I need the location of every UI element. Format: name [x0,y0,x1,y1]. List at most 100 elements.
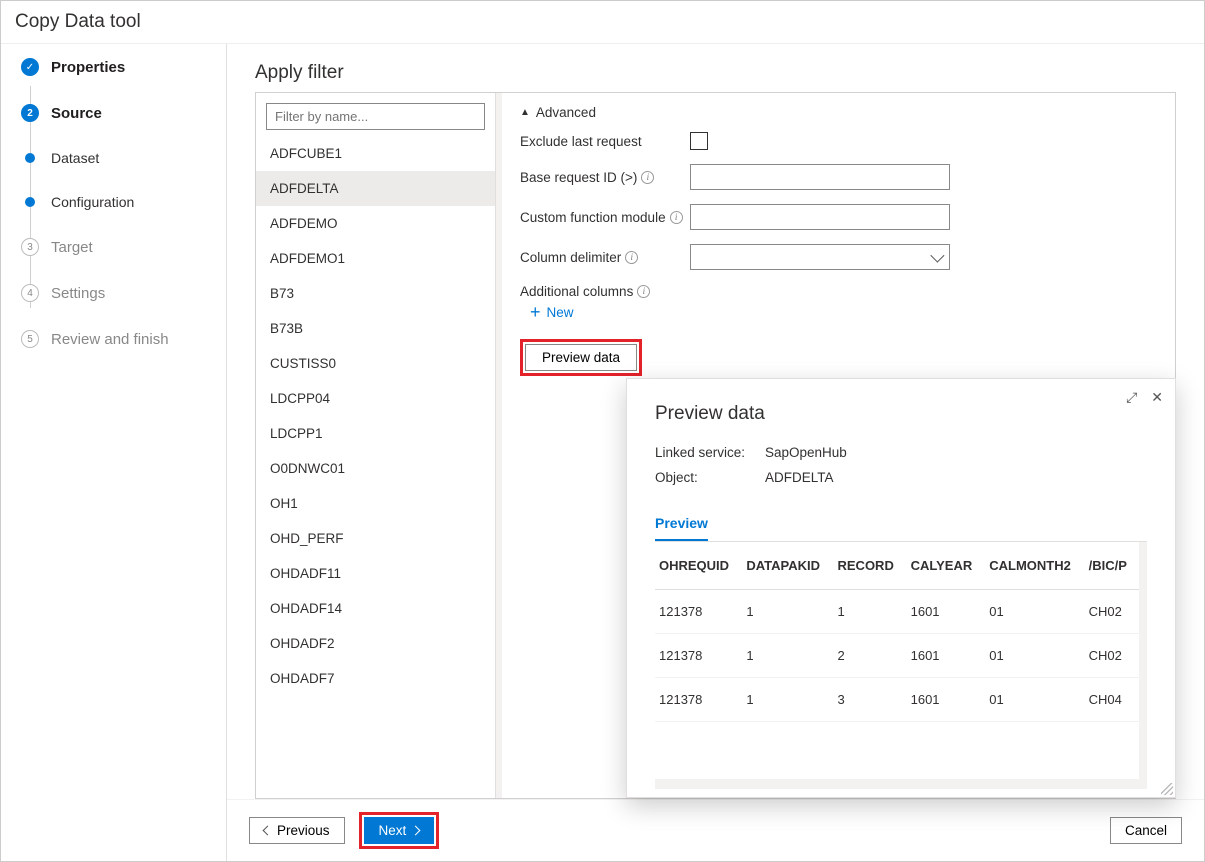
list-item[interactable]: O0DNWC01 [256,451,495,486]
expand-icon[interactable]: ⤢ [1126,389,1137,406]
list-item[interactable]: CUSTISS0 [256,346,495,381]
popup-title: Preview data [655,403,1147,425]
close-icon[interactable]: ✕ [1151,389,1163,406]
step-label: Configuration [51,194,134,210]
linked-service-value: SapOpenHub [765,445,847,460]
advanced-label: Advanced [536,105,596,120]
exclude-last-request-label: Exclude last request [520,134,690,149]
dot-icon [25,197,35,207]
grid-cell: CH02 [1085,590,1139,634]
chevron-right-icon [411,826,421,836]
cancel-button[interactable]: Cancel [1110,817,1182,844]
step-label: Properties [51,59,125,76]
row-exclude-last-request: Exclude last request [520,132,1157,150]
list-item[interactable]: ADFDEMO1 [256,241,495,276]
table-row: 12137812160101CH02 [655,634,1139,678]
grid-cell: 121378 [655,634,742,678]
grid-header-row: OHREQUIDDATAPAKIDRECORDCALYEARCALMONTH2/… [655,542,1139,590]
list-item[interactable]: LDCPP04 [256,381,495,416]
previous-button[interactable]: Previous [249,817,345,844]
list-item[interactable]: OHDADF2 [256,626,495,661]
column-delimiter-select[interactable] [690,244,950,270]
step-source[interactable]: 2 Source [21,104,226,122]
list-item[interactable]: OHDADF14 [256,591,495,626]
list-item[interactable]: LDCPP1 [256,416,495,451]
list-item[interactable]: OHDADF11 [256,556,495,591]
grid-cell: 1 [742,634,833,678]
grid-cell: 121378 [655,590,742,634]
grid-column-header[interactable]: CALYEAR [907,542,986,590]
grid-column-header[interactable]: OHREQUID [655,542,742,590]
resize-handle-icon[interactable] [1159,781,1173,795]
next-button[interactable]: Next [364,817,435,844]
base-request-id-label: Base request ID (>) i [520,170,690,185]
preview-grid-wrap[interactable]: OHREQUIDDATAPAKIDRECORDCALYEARCALMONTH2/… [655,542,1147,779]
plus-icon: + [530,303,541,321]
grid-column-header[interactable]: RECORD [834,542,907,590]
grid-column-header[interactable]: CALMONTH2 [985,542,1084,590]
additional-columns-section: Additional columns i + New [520,284,1157,321]
grid-cell: CH04 [1085,678,1139,722]
step-properties[interactable]: ✓ Properties [21,58,226,76]
horizontal-scrollbar[interactable] [655,779,1147,789]
list-item[interactable]: OHD_PERF [256,521,495,556]
list-item[interactable]: ADFDEMO [256,206,495,241]
previous-label: Previous [277,823,330,838]
list-item[interactable]: ADFCUBE1 [256,136,495,171]
grid-column-header[interactable]: /BIC/P [1085,542,1139,590]
step-number-icon: 4 [21,284,39,302]
advanced-section-header[interactable]: ▲ Advanced [520,105,1157,120]
custom-function-module-input[interactable] [690,204,950,230]
page-title: Apply filter [227,44,1204,92]
additional-columns-label: Additional columns i [520,284,1157,299]
list-item[interactable]: ADFDELTA [256,171,495,206]
grid-cell: 01 [985,678,1084,722]
grid-column-header[interactable]: DATAPAKID [742,542,833,590]
app-window: Copy Data tool ✓ Properties 2 Source Dat… [0,0,1205,862]
step-label: Target [51,239,93,256]
step-target[interactable]: 3 Target [21,238,226,256]
info-icon[interactable]: i [641,171,654,184]
row-column-delimiter: Column delimiter i [520,244,1157,270]
step-label: Source [51,105,102,122]
grid-cell: 1 [834,590,907,634]
info-icon[interactable]: i [670,211,683,224]
grid-cell: 1 [742,678,833,722]
object-list[interactable]: ADFCUBE1ADFDELTAADFDEMOADFDEMO1B73B73BCU… [256,136,495,798]
info-icon[interactable]: i [625,251,638,264]
base-request-id-input[interactable] [690,164,950,190]
list-item[interactable]: OHDADF7 [256,661,495,696]
step-number-icon: 2 [21,104,39,122]
grid-cell: 01 [985,634,1084,678]
step-settings[interactable]: 4 Settings [21,284,226,302]
grid-cell: 2 [834,634,907,678]
grid-cell: 1601 [907,634,986,678]
info-icon[interactable]: i [637,285,650,298]
substep-configuration[interactable]: Configuration [21,194,226,210]
step-number-icon: 3 [21,238,39,256]
new-column-button[interactable]: + New [530,303,1157,321]
substep-dataset[interactable]: Dataset [21,150,226,166]
list-item[interactable]: B73B [256,311,495,346]
preview-data-highlight: Preview data [520,339,642,376]
filter-input[interactable] [266,103,485,130]
exclude-last-request-checkbox[interactable] [690,132,708,150]
grid-cell: 1601 [907,678,986,722]
tab-preview[interactable]: Preview [655,509,708,541]
preview-grid: OHREQUIDDATAPAKIDRECORDCALYEARCALMONTH2/… [655,542,1139,722]
wizard-footer: Previous Next Cancel [227,799,1204,861]
object-label: Object: [655,470,765,485]
step-number-icon: 5 [21,330,39,348]
check-icon: ✓ [21,58,39,76]
list-item[interactable]: OH1 [256,486,495,521]
list-item[interactable]: B73 [256,276,495,311]
grid-cell: 121378 [655,678,742,722]
collapse-icon: ▲ [520,107,530,118]
grid-cell: 1 [742,590,833,634]
step-review[interactable]: 5 Review and finish [21,330,226,348]
linked-service-row: Linked service: SapOpenHub [655,445,1147,460]
step-label: Settings [51,285,105,302]
preview-data-button[interactable]: Preview data [525,344,637,371]
custom-function-module-label: Custom function module i [520,210,690,225]
table-row: 12137813160101CH04 [655,678,1139,722]
